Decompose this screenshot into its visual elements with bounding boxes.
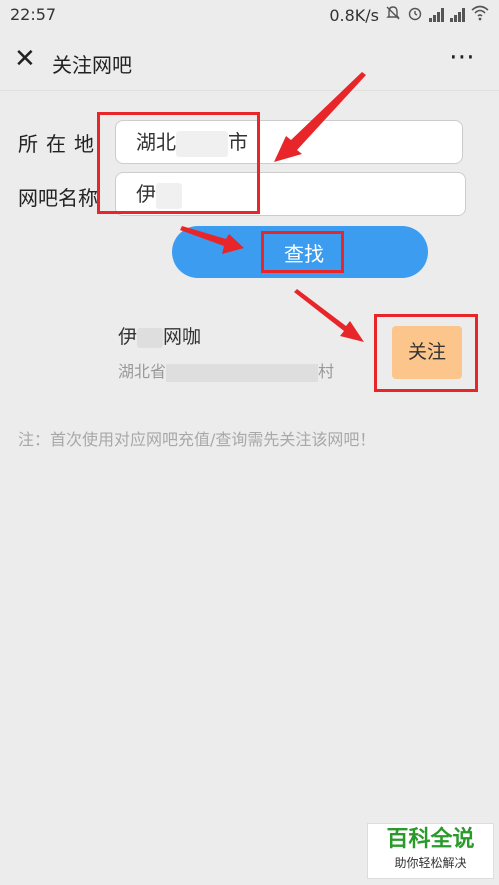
- annotation-arrow: [180, 226, 244, 254]
- watermark-title: 百科全说: [386, 827, 475, 852]
- annotation-arrow: [274, 72, 366, 162]
- annotation-arrow: [294, 289, 364, 342]
- annotation-arrows: [180, 72, 366, 342]
- watermark-subtitle: 助你轻松解决: [394, 856, 467, 870]
- watermark-logo: 百科全说 助你轻松解决: [367, 823, 494, 879]
